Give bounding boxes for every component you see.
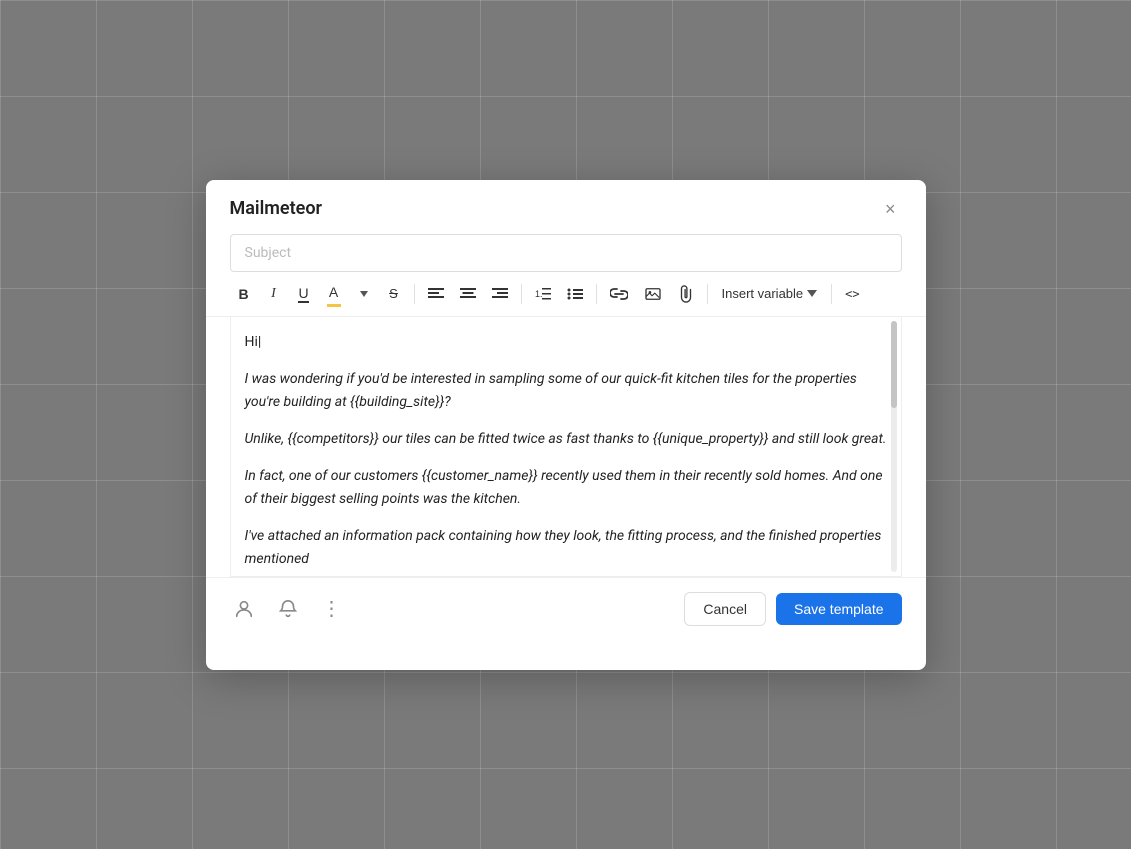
- strikethrough-button[interactable]: S: [380, 280, 408, 308]
- person-icon: [234, 599, 254, 619]
- align-center-button[interactable]: [453, 280, 483, 308]
- formatting-toolbar: B I U A S: [206, 272, 926, 317]
- svg-text:1.: 1.: [535, 289, 543, 299]
- cancel-button[interactable]: Cancel: [684, 592, 766, 626]
- ordered-list-icon: 1.: [535, 287, 551, 301]
- modal-footer: ⋮ Cancel Save template: [206, 577, 926, 640]
- subject-input[interactable]: Subject: [230, 234, 902, 272]
- attachment-icon: [678, 285, 694, 303]
- ordered-list-button[interactable]: 1.: [528, 280, 558, 308]
- save-template-button[interactable]: Save template: [776, 593, 902, 625]
- text-color-button[interactable]: A: [320, 280, 348, 308]
- modal-title: Mailmeteor: [230, 198, 323, 219]
- more-options-button[interactable]: ⋮: [318, 592, 347, 625]
- bold-button[interactable]: B: [230, 280, 258, 308]
- insert-variable-chevron-icon: [807, 290, 817, 297]
- unordered-list-button[interactable]: [560, 280, 590, 308]
- text-color-dropdown-button[interactable]: [350, 280, 378, 308]
- editor-paragraph-5: I've attached an information pack contai…: [245, 525, 887, 571]
- editor-paragraph-3: Unlike, {{competitors}} our tiles can be…: [245, 428, 887, 451]
- bell-icon: [278, 599, 298, 619]
- underline-button[interactable]: U: [290, 280, 318, 308]
- link-button[interactable]: [603, 280, 635, 308]
- italic-button[interactable]: I: [260, 280, 288, 308]
- editor-paragraph-4: In fact, one of our customers {{customer…: [245, 465, 887, 511]
- insert-variable-button[interactable]: Insert variable: [714, 281, 826, 306]
- align-right-button[interactable]: [485, 280, 515, 308]
- chevron-down-icon: [360, 291, 368, 297]
- align-left-icon: [428, 288, 444, 300]
- editor-content: Hi| I was wondering if you'd be interest…: [245, 331, 887, 572]
- toolbar-divider-5: [831, 284, 832, 304]
- footer-left-actions: ⋮: [230, 592, 347, 625]
- color-swatch: [327, 304, 341, 307]
- align-right-icon: [492, 288, 508, 300]
- scrollbar-thumb[interactable]: [891, 321, 897, 409]
- link-icon: [610, 287, 628, 301]
- scrollbar-track[interactable]: [891, 321, 897, 572]
- footer-right-actions: Cancel Save template: [684, 592, 901, 626]
- toolbar-divider-1: [414, 284, 415, 304]
- modal-header: Mailmeteor ×: [206, 180, 926, 234]
- dialog: Mailmeteor × Subject B I U A S: [206, 180, 926, 670]
- editor-paragraph-2: I was wondering if you'd be interested i…: [245, 368, 887, 414]
- attachment-button[interactable]: [671, 280, 701, 308]
- person-icon-button[interactable]: [230, 595, 258, 623]
- unordered-list-icon: [567, 287, 583, 301]
- editor-paragraph-1: Hi|: [245, 331, 887, 354]
- editor-area[interactable]: Hi| I was wondering if you'd be interest…: [230, 317, 902, 577]
- align-left-button[interactable]: [421, 280, 451, 308]
- image-icon: [644, 287, 662, 301]
- code-button[interactable]: <>: [838, 280, 866, 308]
- modal-overlay: Mailmeteor × Subject B I U A S: [0, 0, 1131, 849]
- bell-icon-button[interactable]: [274, 595, 302, 623]
- align-center-icon: [460, 288, 476, 300]
- close-button[interactable]: ×: [879, 198, 902, 220]
- toolbar-divider-3: [596, 284, 597, 304]
- toolbar-divider-4: [707, 284, 708, 304]
- image-button[interactable]: [637, 280, 669, 308]
- more-icon: ⋮: [322, 596, 343, 621]
- toolbar-divider-2: [521, 284, 522, 304]
